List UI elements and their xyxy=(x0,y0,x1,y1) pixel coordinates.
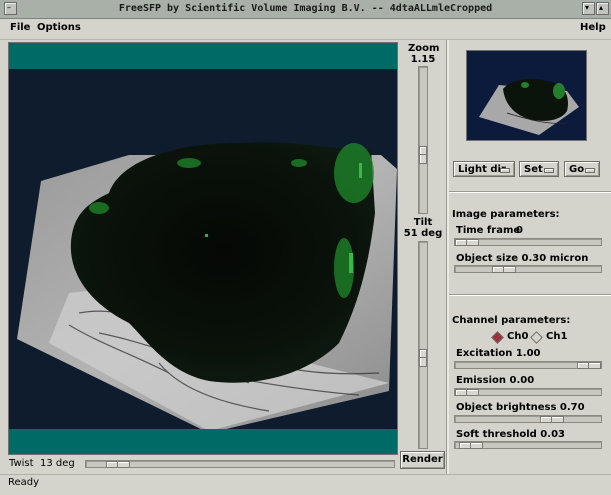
zoom-label: Zoom xyxy=(408,43,440,54)
soft-threshold-label: Soft threshold 0.03 xyxy=(456,429,565,440)
set-label: Set xyxy=(524,164,543,175)
ch0-radio[interactable] xyxy=(491,331,504,344)
render-viewport[interactable] xyxy=(8,42,398,455)
soft-threshold-slider-thumb[interactable] xyxy=(459,442,483,449)
title-bar[interactable]: – FreeSFP by Scientific Volume Imaging B… xyxy=(0,0,611,19)
excitation-label: Excitation 1.00 xyxy=(456,348,541,359)
tilt-value: 51 deg xyxy=(403,228,443,239)
time-frame-slider[interactable] xyxy=(454,238,602,246)
status-text: Ready xyxy=(8,477,40,488)
time-frame-label: Time frame xyxy=(456,225,521,236)
ch1-label[interactable]: Ch1 xyxy=(546,331,567,342)
divider xyxy=(449,294,611,296)
menu-help[interactable]: Help xyxy=(580,22,606,33)
option-menu-icon xyxy=(585,168,595,173)
minimize-button[interactable]: ▾ xyxy=(582,2,595,15)
zoom-slider-thumb[interactable] xyxy=(419,146,427,164)
channel-params-title: Channel parameters: xyxy=(452,315,571,326)
excitation-slider[interactable] xyxy=(454,361,602,369)
emission-slider-thumb[interactable] xyxy=(455,389,479,396)
object-size-slider[interactable] xyxy=(454,265,602,273)
tilt-label: Tilt xyxy=(413,217,433,228)
ch1-radio[interactable] xyxy=(530,331,543,344)
maximize-icon: ▴ xyxy=(599,3,604,12)
go-label: Go xyxy=(569,164,585,175)
excitation-slider-thumb[interactable] xyxy=(577,362,601,369)
object-size-label: Object size 0.30 micron xyxy=(456,253,589,264)
emission-label: Emission 0.00 xyxy=(456,375,535,386)
panel-separator xyxy=(446,40,449,495)
option-menu-icon xyxy=(544,168,554,173)
time-frame-slider-thumb[interactable] xyxy=(455,239,479,246)
volume-render-image xyxy=(17,142,397,433)
tilt-slider[interactable] xyxy=(418,241,428,449)
set-dropdown[interactable]: Set xyxy=(519,161,559,177)
twist-slider-thumb[interactable] xyxy=(106,461,130,468)
emission-slider[interactable] xyxy=(454,388,602,396)
light-dir-dropdown[interactable]: Light dir. xyxy=(453,161,515,177)
menu-file[interactable]: File xyxy=(10,22,30,33)
image-params-title: Image parameters: xyxy=(452,209,560,220)
divider xyxy=(449,191,611,193)
tilt-slider-thumb[interactable] xyxy=(419,349,427,367)
menu-bar: File Options Help xyxy=(0,19,611,40)
minimize-icon: ▾ xyxy=(585,3,590,12)
soft-threshold-slider[interactable] xyxy=(454,441,602,449)
zoom-slider[interactable] xyxy=(418,66,428,214)
thumbnail-preview[interactable] xyxy=(466,50,587,141)
go-dropdown[interactable]: Go xyxy=(564,161,600,177)
ch0-label[interactable]: Ch0 xyxy=(507,331,528,342)
object-size-slider-thumb[interactable] xyxy=(492,266,516,273)
maximize-button[interactable]: ▴ xyxy=(596,2,609,15)
viewport-bottom-band xyxy=(9,429,397,454)
time-frame-value: 0 xyxy=(516,225,523,236)
twist-value: 13 deg xyxy=(40,458,75,469)
window-title: FreeSFP by Scientific Volume Imaging B.V… xyxy=(118,3,493,14)
status-bar: Ready xyxy=(0,474,611,495)
twist-label: Twist xyxy=(9,458,34,469)
object-brightness-label: Object brightness 0.70 xyxy=(456,402,585,413)
object-brightness-slider[interactable] xyxy=(454,415,602,423)
render-button[interactable]: Render xyxy=(400,451,445,469)
option-menu-icon xyxy=(500,168,510,173)
zoom-value: 1.15 xyxy=(410,54,436,65)
object-brightness-slider-thumb[interactable] xyxy=(540,416,564,423)
menu-options[interactable]: Options xyxy=(37,22,81,33)
thumbnail-image xyxy=(479,79,579,135)
twist-slider[interactable] xyxy=(85,460,395,468)
